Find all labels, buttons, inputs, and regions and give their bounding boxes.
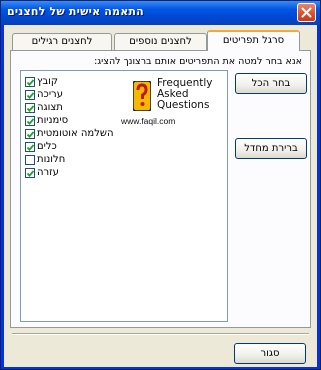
button-label: סגור <box>260 348 280 359</box>
title-bar[interactable]: התאמה אישית של לחצנים <box>1 1 320 25</box>
close-icon <box>301 7 312 18</box>
checkmark-icon <box>26 170 35 178</box>
tab-menu-bar[interactable]: סרגל תפריטים <box>207 30 300 51</box>
checkbox[interactable] <box>25 142 35 152</box>
checkbox[interactable] <box>25 77 35 87</box>
checkmark-icon <box>26 79 35 87</box>
item-label: חלונות <box>37 154 66 165</box>
checkbox[interactable] <box>25 116 35 126</box>
checkmark-icon <box>26 105 35 113</box>
checkbox[interactable] <box>25 103 35 113</box>
tab-label: לחצנים נוספים <box>129 36 192 47</box>
dialog-window: התאמה אישית של לחצנים סרגל תפריטים לחצני… <box>0 0 321 370</box>
dialog-body: סרגל תפריטים לחצנים נוספים לחצנים רגילים… <box>4 25 317 367</box>
tab-label: סרגל תפריטים <box>222 35 285 46</box>
item-label: סימניות <box>37 115 69 126</box>
menu-checklist[interactable]: קובץ עריכה תצוגה סימניות השלמה אוטומטית … <box>20 70 228 322</box>
close-window-button[interactable] <box>297 3 316 22</box>
button-label: ברירת מחדל <box>244 143 298 154</box>
checkbox[interactable] <box>25 168 35 178</box>
item-label: כלים <box>37 141 57 152</box>
question-mark-icon <box>133 81 151 111</box>
instruction-text: אנא בחר למטה את התפריטים אותם ברצונך להצ… <box>94 56 302 67</box>
item-label: עריכה <box>37 89 63 100</box>
tab-standard-buttons[interactable]: לחצנים רגילים <box>12 33 112 50</box>
button-label: בחר הכל <box>251 78 291 89</box>
checkmark-icon <box>26 92 35 100</box>
checkbox[interactable] <box>25 155 35 165</box>
restore-default-button[interactable]: ברירת מחדל <box>235 138 307 159</box>
tab-label: לחצנים רגילים <box>31 36 93 47</box>
item-label: השלמה אוטומטית <box>37 128 114 139</box>
separator <box>12 333 309 335</box>
item-label: קובץ <box>37 76 58 87</box>
checkmark-icon <box>26 144 35 152</box>
faq-logo-text: Frequently Asked Questions <box>157 78 213 111</box>
faq-line-3: Questions <box>157 99 210 111</box>
checkbox[interactable] <box>25 90 35 100</box>
checkbox[interactable] <box>25 129 35 139</box>
checkmark-icon <box>26 118 35 126</box>
faq-logo: Frequently Asked Questions www.faqil.com <box>121 75 225 135</box>
tab-panel: אנא בחר למטה את התפריטים אותם ברצונך להצ… <box>10 50 311 328</box>
select-all-button[interactable]: בחר הכל <box>235 73 307 94</box>
faq-url: www.faqil.com <box>121 116 176 126</box>
checkmark-icon <box>26 131 35 139</box>
tab-additional-buttons[interactable]: לחצנים נוספים <box>114 33 207 50</box>
item-label: תצוגה <box>37 102 63 113</box>
close-button[interactable]: סגור <box>234 343 306 364</box>
window-title: התאמה אישית של לחצנים <box>7 5 144 18</box>
item-label: עזרה <box>37 167 59 178</box>
